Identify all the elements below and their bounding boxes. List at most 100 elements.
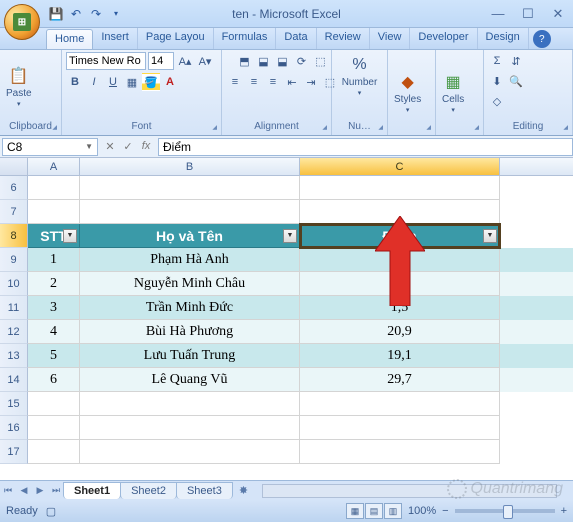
tab-data[interactable]: Data (276, 28, 316, 49)
sheet-tab-1[interactable]: Sheet1 (63, 482, 121, 499)
fill-button[interactable]: ⬇ (488, 72, 506, 90)
maximize-button[interactable]: ☐ (513, 0, 543, 27)
tab-insert[interactable]: Insert (93, 28, 138, 49)
cancel-formula-icon[interactable]: ✕ (102, 140, 118, 153)
row-header[interactable]: 13 (0, 344, 28, 368)
select-all-button[interactable] (0, 158, 28, 175)
grow-font-icon[interactable]: A▴ (176, 52, 194, 70)
cell[interactable]: Lê Quang Vũ (80, 368, 300, 392)
row-header[interactable]: 14 (0, 368, 28, 392)
sheet-tab-3[interactable]: Sheet3 (176, 482, 233, 499)
align-bottom-icon[interactable]: ⬓ (274, 52, 292, 70)
tab-page-layout[interactable]: Page Layou (138, 28, 214, 49)
row-header[interactable]: 11 (0, 296, 28, 320)
cell[interactable]: 19,1 (300, 344, 500, 368)
col-header-a[interactable]: A (28, 158, 80, 175)
bold-button[interactable]: B (66, 73, 84, 91)
fill-color-button[interactable]: 🪣 (142, 73, 160, 91)
align-left-icon[interactable]: ≡ (226, 73, 244, 91)
row-header[interactable]: 6 (0, 176, 28, 200)
close-button[interactable]: ✕ (543, 0, 573, 27)
find-icon[interactable]: 🔍 (507, 72, 525, 90)
row-header[interactable]: 17 (0, 440, 28, 464)
tab-home[interactable]: Home (46, 29, 93, 49)
shrink-font-icon[interactable]: A▾ (196, 52, 214, 70)
table-header-score[interactable]: Điểm▼ (300, 224, 500, 248)
cell[interactable]: 1,5 (300, 296, 500, 320)
cell[interactable]: 3 (28, 296, 80, 320)
office-button[interactable]: ⊞ (4, 4, 40, 40)
undo-icon[interactable]: ↶ (68, 6, 84, 22)
cell[interactable]: Bùi Hà Phương (80, 320, 300, 344)
minimize-button[interactable]: — (483, 0, 513, 27)
cells-area[interactable]: STT▼ Họ và Tên▼ Điểm▼ 1Phạm Hà Anh1 2Ngu… (28, 176, 573, 464)
zoom-slider[interactable] (455, 509, 555, 513)
cells-button[interactable]: ▦ Cells ▾ (440, 69, 466, 116)
cell[interactable]: 1 (28, 248, 80, 272)
autosum-button[interactable]: Σ (488, 52, 506, 70)
border-button[interactable]: ▦ (123, 73, 141, 91)
cell[interactable]: 29,7 (300, 368, 500, 392)
last-sheet-icon[interactable]: ⏭ (48, 485, 64, 496)
cell[interactable]: 20,9 (300, 320, 500, 344)
col-header-c[interactable]: C (300, 158, 500, 175)
name-box-dropdown-icon[interactable]: ▼ (85, 142, 93, 151)
filter-icon[interactable]: ▼ (483, 229, 497, 243)
name-box[interactable]: C8 ▼ (2, 138, 98, 156)
page-break-view-icon[interactable]: ▥ (384, 503, 402, 519)
cell[interactable]: 1 (300, 248, 500, 272)
normal-view-icon[interactable]: ▦ (346, 503, 364, 519)
cell[interactable]: 1,7 (300, 272, 500, 296)
first-sheet-icon[interactable]: ⏮ (0, 485, 16, 496)
align-top-icon[interactable]: ⬒ (236, 52, 254, 70)
paste-button[interactable]: 📋 Paste ▾ (4, 63, 34, 110)
row-header[interactable]: 16 (0, 416, 28, 440)
font-color-button[interactable]: A (161, 73, 179, 91)
styles-button[interactable]: ◆ Styles ▾ (392, 69, 423, 116)
filter-icon[interactable]: ▼ (283, 229, 297, 243)
cell[interactable]: 5 (28, 344, 80, 368)
italic-button[interactable]: I (85, 73, 103, 91)
fx-icon[interactable]: fx (138, 140, 154, 153)
save-icon[interactable]: 💾 (48, 6, 64, 22)
page-layout-view-icon[interactable]: ▤ (365, 503, 383, 519)
cell[interactable]: 4 (28, 320, 80, 344)
table-header-name[interactable]: Họ và Tên▼ (80, 224, 300, 248)
sheet-tab-2[interactable]: Sheet2 (120, 482, 177, 499)
next-sheet-icon[interactable]: ▶ (32, 485, 48, 496)
tab-review[interactable]: Review (317, 28, 370, 49)
qat-more-icon[interactable]: ▾ (108, 6, 124, 22)
orientation-icon[interactable]: ⟳ (293, 52, 311, 70)
increase-indent-icon[interactable]: ⇥ (302, 73, 320, 91)
cell[interactable]: 6 (28, 368, 80, 392)
row-header[interactable]: 8 (0, 224, 28, 248)
col-header-b[interactable]: B (80, 158, 300, 175)
redo-icon[interactable]: ↷ (88, 6, 104, 22)
font-name-select[interactable] (66, 52, 146, 70)
table-header-stt[interactable]: STT▼ (28, 224, 80, 248)
filter-icon[interactable]: ▼ (63, 229, 77, 243)
align-right-icon[interactable]: ≡ (264, 73, 282, 91)
enter-formula-icon[interactable]: ✓ (120, 140, 136, 153)
prev-sheet-icon[interactable]: ◀ (16, 485, 32, 496)
row-header[interactable]: 10 (0, 272, 28, 296)
underline-button[interactable]: U (104, 73, 122, 91)
new-sheet-icon[interactable]: ✸ (233, 484, 254, 497)
number-format-button[interactable]: % Number ▾ (340, 52, 380, 99)
cell[interactable]: Trần Minh Đức (80, 296, 300, 320)
cell[interactable]: Phạm Hà Anh (80, 248, 300, 272)
help-icon[interactable]: ? (533, 30, 551, 48)
macro-record-icon[interactable]: ▢ (46, 505, 56, 518)
row-header[interactable]: 9 (0, 248, 28, 272)
zoom-value[interactable]: 100% (408, 505, 436, 517)
align-middle-icon[interactable]: ⬓ (255, 52, 273, 70)
cell[interactable]: Nguyễn Minh Châu (80, 272, 300, 296)
row-header[interactable]: 7 (0, 200, 28, 224)
decrease-indent-icon[interactable]: ⇤ (283, 73, 301, 91)
clear-button[interactable]: ◇ (488, 92, 506, 110)
zoom-in-icon[interactable]: + (561, 505, 567, 517)
tab-view[interactable]: View (370, 28, 411, 49)
zoom-out-icon[interactable]: − (442, 505, 448, 517)
row-header[interactable]: 15 (0, 392, 28, 416)
formula-input[interactable] (158, 138, 573, 156)
